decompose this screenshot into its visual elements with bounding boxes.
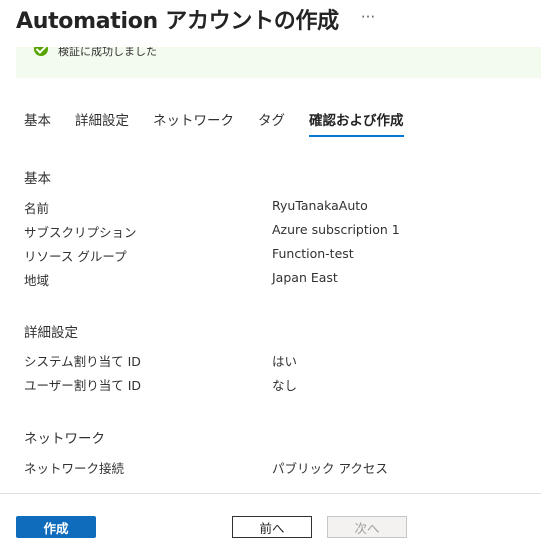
summary-row: ネットワーク接続 パブリック アクセス bbox=[24, 458, 541, 478]
tab-networking[interactable]: ネットワーク bbox=[153, 109, 234, 137]
next-button[interactable]: 次へ bbox=[327, 516, 407, 538]
page-header: Automation アカウントの作成 ··· bbox=[16, 3, 375, 35]
summary-row: 名前 RyuTanakaAuto bbox=[24, 198, 541, 218]
page-title: Automation アカウントの作成 bbox=[16, 9, 339, 34]
more-options-icon[interactable]: ··· bbox=[361, 8, 375, 26]
summary-label: ユーザー割り当て ID bbox=[24, 378, 142, 393]
summary-row: システム割り当て ID はい bbox=[24, 351, 541, 371]
summary-value: なし bbox=[272, 378, 298, 393]
summary-value: パブリック アクセス bbox=[272, 461, 388, 476]
previous-button[interactable]: 前へ bbox=[232, 516, 312, 538]
summary-row: ユーザー割り当て ID なし bbox=[24, 375, 541, 395]
summary-value: Japan East bbox=[272, 270, 338, 285]
section-title-basics: 基本 bbox=[24, 171, 51, 187]
tab-basics[interactable]: 基本 bbox=[24, 109, 51, 137]
summary-label: リソース グループ bbox=[24, 249, 127, 264]
section-title-advanced: 詳細設定 bbox=[24, 325, 78, 341]
summary-label: サブスクリプション bbox=[24, 225, 137, 240]
tab-bar: 基本 詳細設定 ネットワーク タグ 確認および作成 bbox=[24, 109, 428, 137]
success-check-icon bbox=[34, 47, 48, 56]
summary-value: Function-test bbox=[272, 246, 354, 261]
create-button[interactable]: 作成 bbox=[16, 516, 96, 538]
tab-tags[interactable]: タグ bbox=[258, 109, 285, 137]
summary-label: 地域 bbox=[24, 273, 50, 288]
summary-value: RyuTanakaAuto bbox=[272, 198, 368, 213]
section-title-networking: ネットワーク bbox=[24, 431, 105, 447]
tab-advanced[interactable]: 詳細設定 bbox=[75, 109, 129, 137]
tab-review-create[interactable]: 確認および作成 bbox=[309, 109, 404, 137]
summary-value: はい bbox=[272, 354, 298, 369]
summary-label: 名前 bbox=[24, 201, 50, 216]
validation-message: 検証に成功しました bbox=[58, 47, 157, 58]
summary-row: リソース グループ Function-test bbox=[24, 246, 541, 266]
footer-divider bbox=[0, 493, 541, 494]
summary-row: サブスクリプション Azure subscription 1 bbox=[24, 222, 541, 242]
summary-value: Azure subscription 1 bbox=[272, 222, 400, 237]
validation-banner: 検証に成功しました bbox=[16, 47, 541, 78]
summary-row: 地域 Japan East bbox=[24, 270, 541, 290]
summary-label: システム割り当て ID bbox=[24, 354, 141, 369]
summary-label: ネットワーク接続 bbox=[24, 461, 125, 476]
